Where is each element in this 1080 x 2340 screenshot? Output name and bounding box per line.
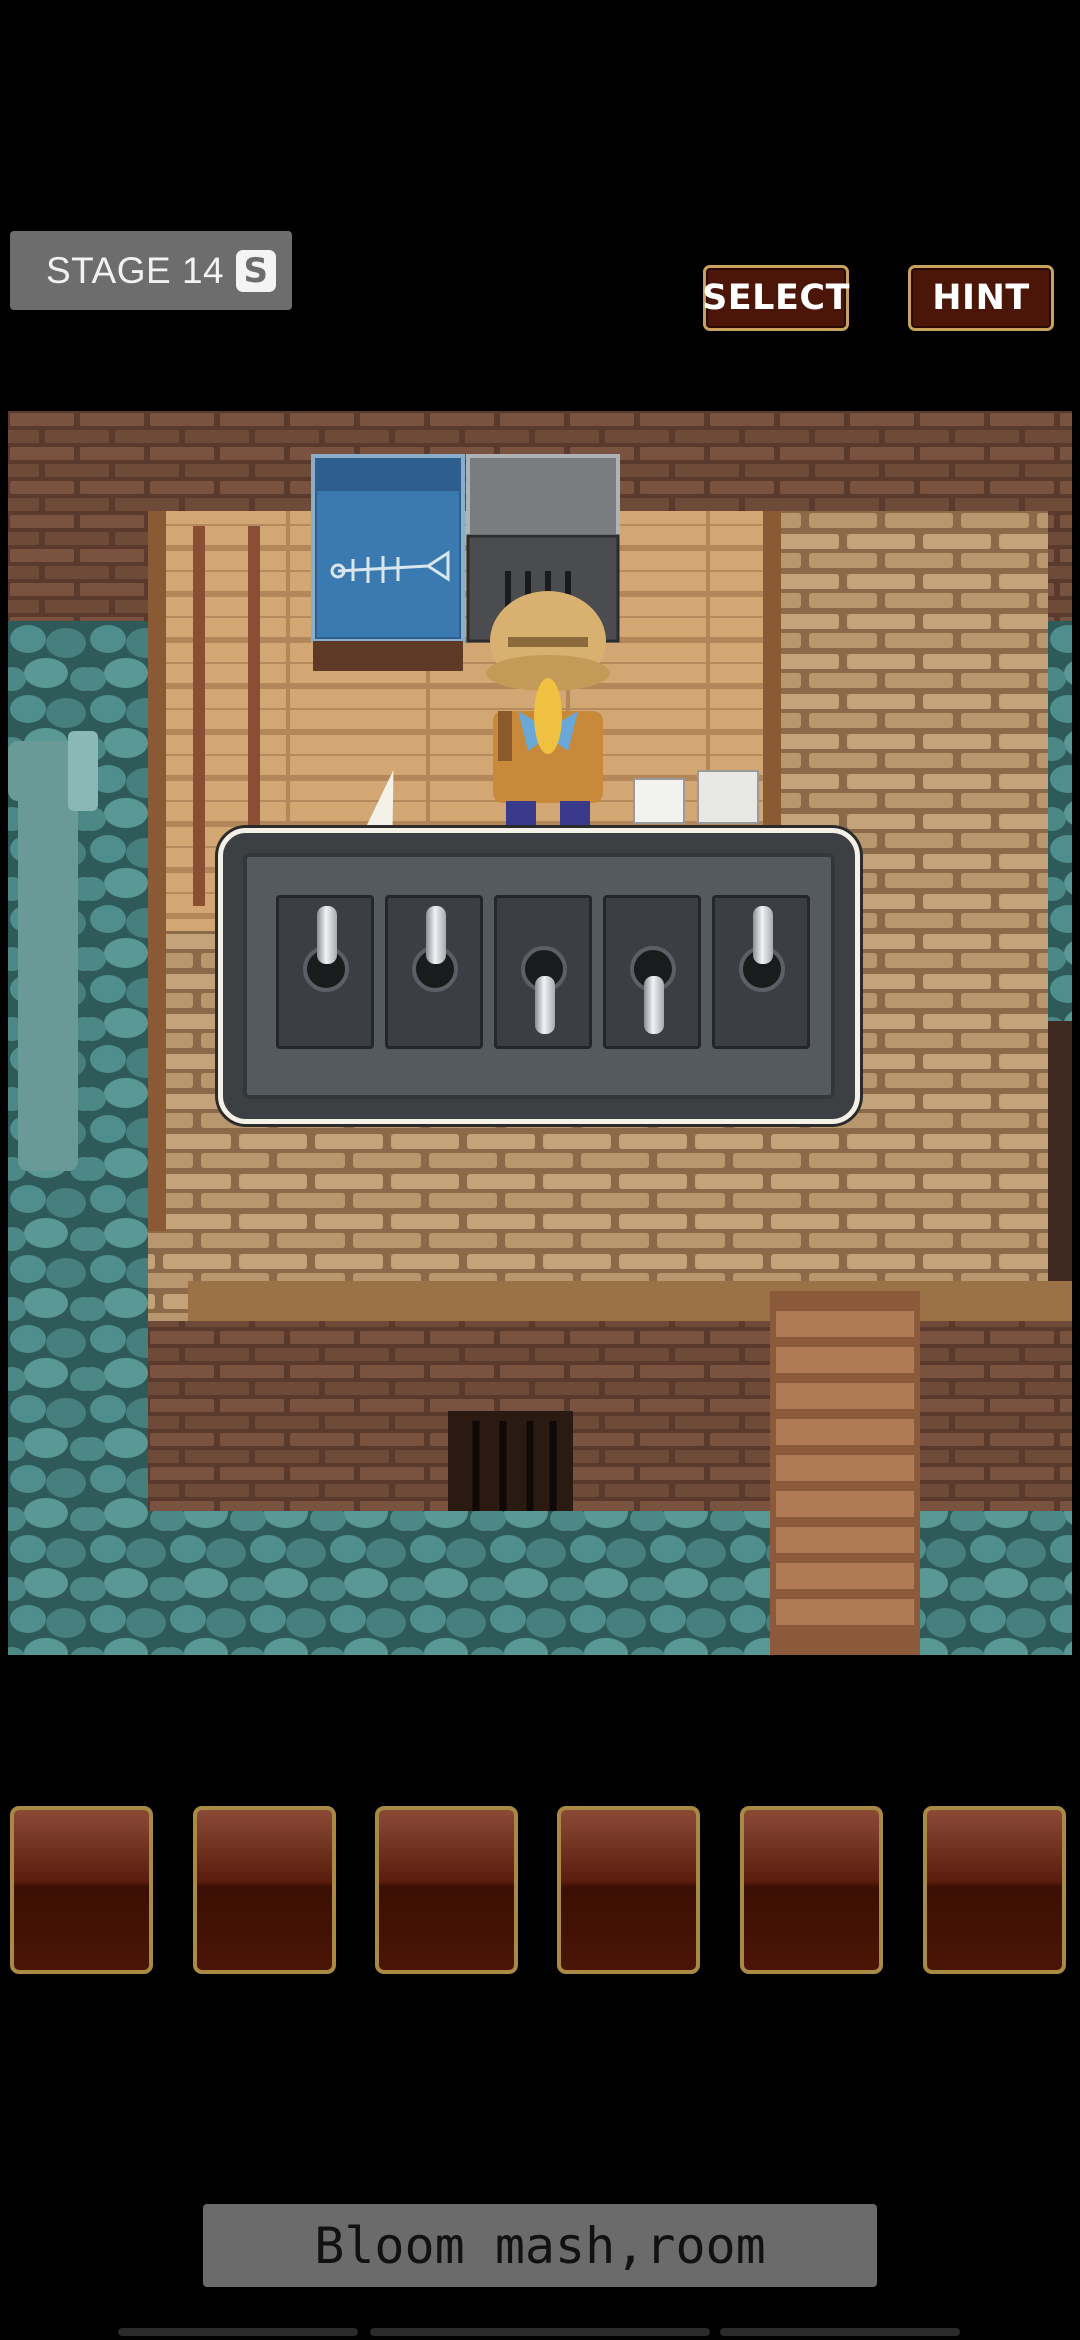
inventory-slot-4[interactable]: [557, 1806, 700, 1974]
stage-badge: STAGE 14 S: [10, 231, 292, 310]
toggle-switch-5[interactable]: [712, 895, 810, 1049]
message-bar: Bloom mash,room: [203, 2204, 877, 2287]
nav-indicator: [720, 2328, 960, 2336]
switch-lever: [753, 906, 773, 964]
save-icon[interactable]: S: [236, 250, 276, 292]
toggle-switch-3[interactable]: [494, 895, 592, 1049]
toggle-switch-2[interactable]: [385, 895, 483, 1049]
inventory-slot-5[interactable]: [740, 1806, 883, 1974]
toggle-switch-1[interactable]: [276, 895, 374, 1049]
switch-lever: [644, 976, 664, 1034]
stage-label: STAGE 14: [46, 249, 225, 291]
switch-lever: [535, 976, 555, 1034]
hint-button[interactable]: HINT: [908, 265, 1054, 331]
inventory-slot-1[interactable]: [10, 1806, 153, 1974]
select-button[interactable]: SELECT: [702, 265, 849, 331]
inventory-slot-6[interactable]: [923, 1806, 1066, 1974]
inventory-slot-2[interactable]: [193, 1806, 336, 1974]
nav-indicator: [118, 2328, 358, 2336]
inventory-slot-3[interactable]: [375, 1806, 518, 1974]
nav-indicator: [370, 2328, 710, 2336]
toggle-switch-4[interactable]: [603, 895, 701, 1049]
switch-lever: [317, 906, 337, 964]
switch-lever: [426, 906, 446, 964]
